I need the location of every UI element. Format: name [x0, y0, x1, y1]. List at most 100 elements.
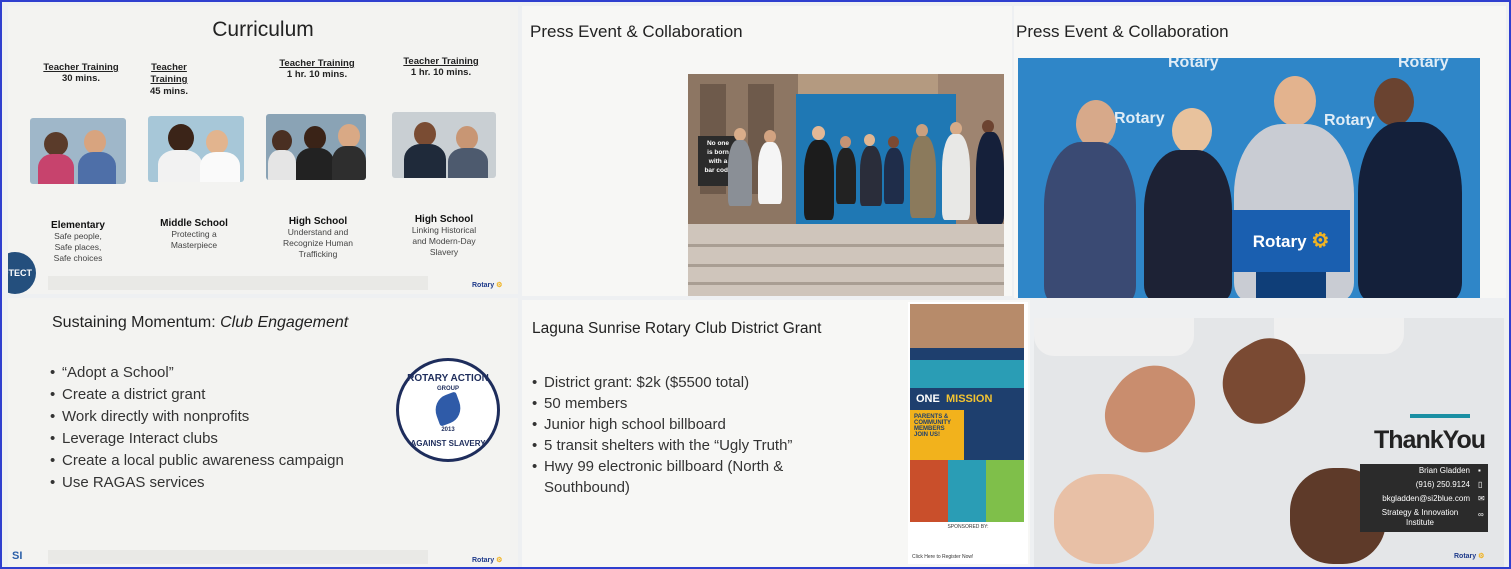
banner-text: Rotary	[1398, 58, 1449, 71]
press-event-photo-2: Rotary Rotary Rotary Rotary Rotary ⚙	[1018, 58, 1480, 298]
level-desc: Trafficking	[298, 249, 338, 259]
contact-card: Brian Gladden ▪ (916) 250.9124 ▯ bkgladd…	[1360, 464, 1488, 532]
level-desc: Linking Historical	[411, 225, 477, 235]
flyer-parents: PARENTS & COMMUNITY MEMBERS JOIN US!	[910, 410, 964, 460]
training-column: Teacher Training 1 hr. 10 mins.	[262, 58, 372, 80]
level-high-school: High School Understand and Recognize Hum…	[258, 216, 378, 260]
banner-text: Rotary	[1324, 112, 1375, 129]
footer-rotary-logo: Rotary ⚙	[472, 282, 503, 289]
person	[1144, 150, 1232, 298]
level-desc: Safe choices	[53, 253, 103, 263]
phone-icon: ▯	[1478, 480, 1483, 489]
flyer-photo	[910, 304, 1024, 348]
hand	[1054, 474, 1154, 564]
slide-title: Sustaining Momentum: Club Engagement	[52, 314, 348, 332]
title-italic: Club Engagement	[220, 314, 349, 331]
awareness-flyer: ONE MISSION PARENTS & COMMUNITY MEMBERS …	[908, 302, 1028, 564]
list-item: District grant: $2k ($5500 total)	[532, 372, 832, 393]
contact-row: (916) 250.9124	[1415, 480, 1470, 489]
training-heading: Teacher Training	[279, 58, 355, 69]
list-item: 5 transit shelters with the “Ugly Truth”	[532, 435, 832, 456]
level-desc: Understand and	[287, 227, 349, 237]
curriculum-title: Curriculum	[212, 18, 314, 41]
footer-rotary-logo: Rotary ⚙	[1454, 553, 1485, 560]
banner-text: Rotary	[1168, 58, 1219, 71]
eagle-icon	[430, 391, 466, 427]
badge-top: ROTARY ACTION	[407, 373, 489, 384]
flyer-one-banner: ONE MISSION	[910, 388, 1024, 410]
title-plain: Sustaining Momentum:	[52, 314, 216, 331]
thank-you-title: ThankYou	[1374, 426, 1486, 454]
curriculum-slide: Curriculum Teacher Training 30 mins. Tea…	[8, 6, 518, 294]
training-duration: 1 hr. 10 mins.	[286, 69, 348, 80]
badge-text: OTECT	[8, 268, 32, 278]
high-school-photo	[266, 114, 366, 180]
contact-row: Strategy & Innovation Institute	[1381, 508, 1459, 527]
grant-list: District grant: $2k ($5500 total) 50 mem…	[532, 372, 832, 498]
badge-bottom: AGAINST SLAVERY	[410, 439, 486, 448]
list-item: Create a local public awareness campaign	[50, 450, 344, 472]
training-heading: Teacher Training	[150, 62, 188, 85]
middle-school-photo	[148, 116, 244, 182]
level-desc: Safe places,	[54, 242, 102, 252]
badge-year: 2013	[441, 427, 455, 433]
rotary-action-badge: ROTARY ACTION GROUP 2013 AGAINST SLAVERY	[396, 358, 500, 462]
person	[1044, 142, 1136, 298]
hand	[1034, 318, 1194, 356]
podium-label: Rotary	[1252, 232, 1307, 251]
level-desc: Slavery	[429, 247, 459, 257]
podium: Rotary ⚙	[1232, 210, 1350, 272]
footer-bar	[48, 550, 428, 564]
rotary-wheel-icon: ⚙	[1311, 230, 1330, 252]
training-column: Teacher Training 45 mins.	[139, 62, 199, 97]
list-item: “Adopt a School”	[50, 362, 344, 384]
level-name: High School	[414, 214, 474, 225]
level-name: Middle School	[160, 218, 228, 229]
list-item: Hwy 99 electronic billboard (North & Sou…	[532, 456, 832, 498]
press-event-photo: No one is born with a bar code	[688, 74, 1004, 296]
training-column: Teacher Training 1 hr. 10 mins.	[386, 56, 496, 78]
slide-title: Laguna Sunrise Rotary Club District Gran…	[532, 320, 822, 337]
person	[1358, 122, 1462, 298]
press-event-slide-1: Press Event & Collaboration No one is bo…	[522, 6, 1012, 296]
list-item: Leverage Interact clubs	[50, 428, 344, 450]
badge-group: GROUP	[436, 386, 459, 392]
list-item: Work directly with nonprofits	[50, 406, 344, 428]
sustaining-momentum-slide: Sustaining Momentum: Club Engagement “Ad…	[8, 298, 518, 567]
list-item: Create a district grant	[50, 384, 344, 406]
footer-bar	[48, 276, 428, 290]
slide-collage: Curriculum Teacher Training 30 mins. Tea…	[0, 0, 1511, 569]
high-school-photo-2	[392, 112, 496, 178]
level-name: High School	[288, 216, 348, 227]
si-corner-logo: SI	[12, 550, 23, 562]
footer-rotary-logo: Rotary ⚙	[472, 557, 503, 564]
flyer-register: Click Here to Register Now!	[912, 554, 974, 560]
list-item: Junior high school billboard	[532, 414, 832, 435]
hand	[1091, 349, 1209, 469]
slide-title: Press Event & Collaboration	[530, 22, 743, 41]
level-desc: Safe people,	[54, 231, 102, 241]
training-duration: 45 mins.	[149, 86, 189, 97]
banner-text: Rotary	[1114, 110, 1165, 127]
elementary-photo	[30, 118, 126, 184]
flyer-sponsored: SPONSORED BY:	[947, 524, 989, 530]
press-event-slide-2: Press Event & Collaboration Rotary Rotar…	[1014, 6, 1506, 298]
contact-row: bkgladden@si2blue.com	[1382, 494, 1470, 503]
level-desc: Protecting a	[171, 229, 217, 239]
training-duration: 1 hr. 10 mins.	[410, 67, 472, 78]
thank-you-slide: ThankYou Brian Gladden ▪ (916) 250.9124 …	[1034, 318, 1504, 567]
level-name: Elementary	[51, 220, 105, 231]
training-heading: Teacher Training	[43, 62, 119, 73]
training-column: Teacher Training 30 mins.	[26, 62, 136, 84]
level-elementary: Elementary Safe people, Safe places, Saf…	[18, 220, 138, 264]
teal-accent	[1410, 414, 1470, 418]
person-icon: ▪	[1478, 466, 1481, 475]
level-middle-school: Middle School Protecting a Masterpiece	[134, 218, 254, 251]
level-desc: Recognize Human	[283, 238, 353, 248]
level-desc: and Modern-Day	[412, 236, 476, 246]
list-item: Use RAGAS services	[50, 472, 344, 494]
slide-title: Press Event & Collaboration	[1016, 22, 1229, 41]
training-duration: 30 mins.	[61, 73, 101, 84]
training-heading: Teacher Training	[403, 56, 479, 67]
level-desc: Masterpiece	[170, 240, 218, 250]
